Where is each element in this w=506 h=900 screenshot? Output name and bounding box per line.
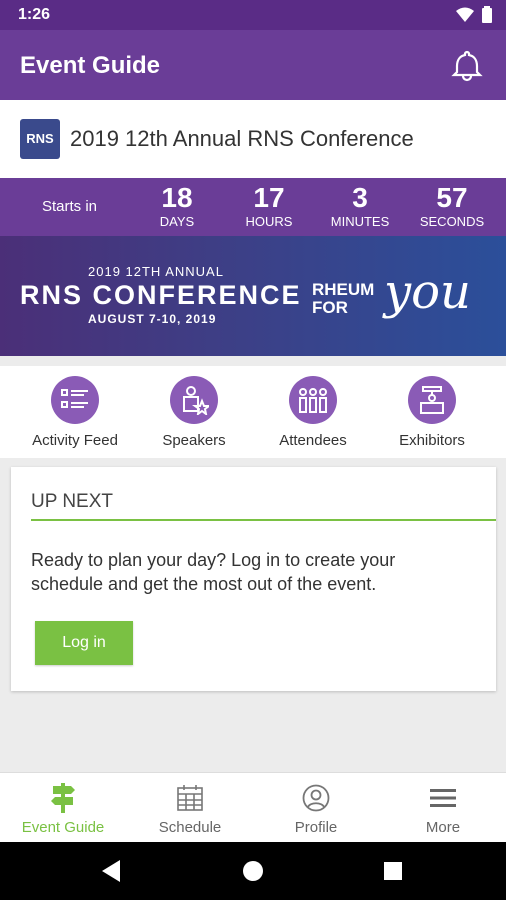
quicklink-activity-feed[interactable]: Activity Feed [15, 376, 135, 449]
event-logo: RNS [20, 119, 60, 159]
home-icon[interactable] [241, 859, 265, 883]
countdown-minutes: 3 MINUTES [315, 182, 405, 229]
countdown-starts-label: Starts in [42, 198, 98, 215]
battery-icon [482, 6, 492, 23]
status-icons [456, 6, 492, 23]
recents-icon[interactable] [384, 862, 402, 880]
nav-label: Event Guide [21, 819, 105, 836]
up-next-message: Ready to plan your day? Log in to create… [31, 550, 396, 594]
countdown-unit: DAYS [159, 214, 195, 229]
menu-icon [380, 783, 506, 813]
quicklink-label: Activity Feed [32, 432, 118, 449]
event-header: RNS 2019 12th Annual RNS Conference [0, 100, 506, 178]
quicklink-attendees[interactable]: Attendees [253, 376, 373, 449]
profile-icon [253, 783, 379, 813]
nav-tab-more[interactable]: More [380, 783, 506, 836]
countdown-unit: HOURS [245, 214, 293, 229]
divider [31, 519, 496, 521]
banner-tagline: RHEUM FOR [312, 281, 374, 317]
countdown-unit: MINUTES [330, 214, 390, 229]
quicklink-label: Attendees [279, 432, 347, 449]
countdown-hours: 17 HOURS [224, 182, 314, 229]
quick-links: Activity Feed Speakers Attendees Exhibit… [0, 366, 506, 458]
speakers-icon [170, 376, 218, 424]
quicklink-speakers[interactable]: Speakers [134, 376, 254, 449]
countdown-value: 57 [436, 182, 468, 213]
quicklink-exhibitors[interactable]: Exhibitors [372, 376, 492, 449]
quicklink-label: Speakers [162, 432, 226, 449]
event-name: 2019 12th Annual RNS Conference [70, 126, 414, 151]
exhibitors-icon [408, 376, 456, 424]
banner-tagline-line1: RHEUM [312, 280, 375, 299]
banner-tagline-line2: FOR [312, 298, 348, 317]
page-title: Event Guide [20, 52, 161, 79]
banner-subtitle: 2019 12TH ANNUAL [88, 264, 224, 279]
countdown-value: 18 [161, 182, 193, 213]
up-next-card: UP NEXT Ready to plan your day? Log in t… [11, 467, 496, 691]
login-button[interactable]: Log in [35, 621, 133, 665]
nav-label: Profile [294, 819, 338, 836]
signpost-icon [0, 783, 126, 813]
countdown-days: 18 DAYS [132, 182, 222, 229]
countdown-seconds: 57 SECONDS [407, 182, 497, 229]
nav-tab-schedule[interactable]: Schedule [127, 783, 253, 836]
attendees-icon [289, 376, 337, 424]
event-banner: 2019 12TH ANNUAL RNS CONFERENCE AUGUST 7… [0, 236, 506, 356]
nav-label: Schedule [158, 819, 222, 836]
countdown-bar: Starts in 18 DAYS 17 HOURS 3 MINUTES 57 … [0, 178, 506, 236]
quicklink-label: Exhibitors [399, 432, 465, 449]
countdown-unit: SECONDS [419, 214, 485, 229]
calendar-icon [127, 783, 253, 813]
system-nav-bar [0, 842, 506, 900]
banner-tagline-script: you [384, 264, 471, 320]
countdown-value: 3 [352, 182, 368, 213]
activity-feed-icon [51, 376, 99, 424]
wifi-icon [456, 7, 474, 22]
status-time: 1:26 [18, 6, 51, 23]
back-icon[interactable] [102, 860, 122, 882]
countdown-value: 17 [253, 182, 285, 213]
bottom-nav: Event Guide Schedule Profile More [0, 772, 506, 842]
banner-title: RNS CONFERENCE [20, 280, 302, 310]
app-bar: Event Guide [0, 30, 506, 100]
nav-tab-event-guide[interactable]: Event Guide [0, 783, 126, 836]
nav-label: More [425, 819, 461, 836]
banner-dates: AUGUST 7-10, 2019 [88, 312, 217, 326]
nav-tab-profile[interactable]: Profile [253, 783, 379, 836]
notification-bell-icon[interactable] [450, 48, 484, 82]
up-next-heading: UP NEXT [31, 491, 114, 512]
status-bar: 1:26 [0, 0, 506, 30]
